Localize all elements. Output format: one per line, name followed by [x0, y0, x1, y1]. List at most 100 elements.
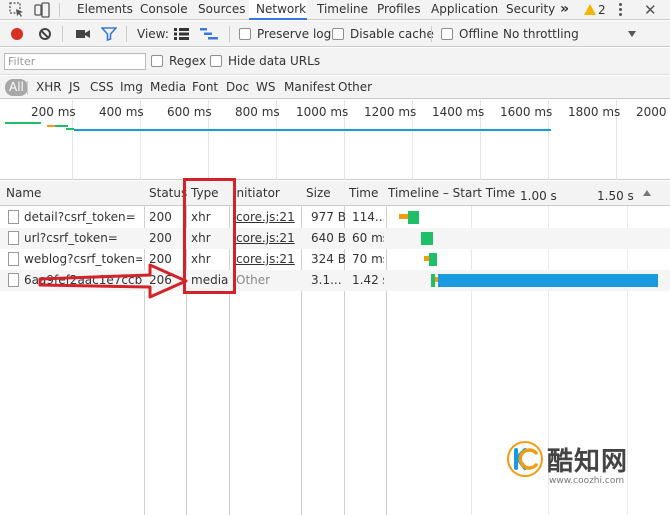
request-status: 200 [149, 210, 172, 224]
request-name[interactable]: url?csrf_token= [24, 228, 142, 249]
file-icon [8, 252, 19, 266]
filter-icon[interactable] [101, 27, 117, 41]
column-header-name[interactable]: Name [6, 181, 41, 206]
clear-button[interactable] [39, 28, 51, 40]
tab-network[interactable]: Network [249, 0, 307, 20]
waterfall-media-bar [438, 274, 658, 287]
overview-tick-label: 600 ms [167, 105, 212, 119]
waterfall-download-bar [421, 232, 433, 245]
request-initiator-link[interactable]: core.js:21 [236, 228, 295, 249]
request-status: 200 [149, 231, 172, 245]
tab-timeline[interactable]: Timeline [311, 0, 369, 20]
column-header-timeline[interactable]: Timeline – Start Time [388, 181, 515, 206]
throttling-select[interactable]: No throttling [503, 21, 579, 47]
tab-elements[interactable]: Elements [70, 0, 133, 20]
warning-icon [584, 4, 596, 15]
offline-label: Offline [459, 27, 499, 41]
tab-application[interactable]: Application [425, 0, 498, 20]
inspect-element-icon[interactable] [9, 2, 25, 18]
disable-cache-label: Disable cache [350, 27, 434, 41]
type-filter-font[interactable]: Font [191, 79, 219, 96]
toolbar-separator [126, 26, 127, 42]
toolbar-separator [431, 26, 432, 42]
hide-data-urls-label: Hide data URLs [228, 54, 321, 68]
table-row[interactable]: detail?csrf_token= 200 xhr core.js:21 97… [0, 207, 670, 228]
request-size: 324 B [311, 252, 346, 266]
preserve-log-checkbox[interactable] [239, 28, 251, 40]
type-filter-media[interactable]: Media [149, 79, 187, 96]
request-initiator-link[interactable]: core.js:21 [236, 249, 295, 270]
overview-tick-label: 400 ms [99, 105, 144, 119]
request-name[interactable]: detail?csrf_token= [24, 207, 142, 228]
coozhi-logo-icon [507, 441, 543, 477]
large-rows-icon[interactable] [174, 28, 189, 40]
toolbar-separator [62, 26, 63, 42]
type-filter-ws[interactable]: WS [255, 79, 276, 96]
more-tabs-button[interactable]: » [560, 0, 576, 20]
regex-checkbox[interactable] [151, 55, 163, 67]
annotation-arrow-icon [38, 263, 188, 299]
capture-screenshots-icon[interactable] [76, 29, 90, 39]
request-initiator-link[interactable]: core.js:21 [236, 207, 295, 228]
overview-tick-label: 200 ms [31, 105, 76, 119]
tab-console[interactable]: Console [134, 0, 190, 20]
type-filter-js[interactable]: JS [68, 79, 81, 96]
request-time: 1.42 s [352, 273, 384, 287]
request-time: 114... [352, 210, 384, 224]
close-devtools-button[interactable]: ✕ [644, 0, 657, 20]
column-header-time[interactable]: Time [349, 181, 378, 206]
sort-ascending-icon[interactable] [643, 190, 651, 196]
file-icon [8, 210, 19, 224]
warnings-badge[interactable]: 2 [584, 1, 606, 19]
toolbar-separator [229, 26, 230, 42]
filter-input[interactable] [4, 53, 146, 70]
preserve-log-label: Preserve log [257, 27, 332, 41]
overview-tick-label: 1600 ms [500, 105, 553, 119]
type-filter-doc[interactable]: Doc [225, 79, 250, 96]
timeline-mark-label: 1.50 s [597, 189, 634, 203]
file-icon [8, 273, 19, 287]
request-time: 60 ms [352, 231, 384, 245]
type-filter-other[interactable]: Other [337, 79, 373, 96]
overview-bar [55, 125, 68, 127]
file-icon [8, 231, 19, 245]
overview-tick-label: 1000 ms [296, 105, 349, 119]
hide-data-urls-checkbox[interactable] [210, 55, 222, 67]
tab-sources[interactable]: Sources [192, 0, 246, 20]
request-size: 640 B [311, 231, 346, 245]
overview-tick-label: 1400 ms [432, 105, 485, 119]
waterfall-download-bar [408, 211, 419, 224]
more-options-icon[interactable] [618, 3, 624, 17]
type-filter-all[interactable]: All [5, 79, 28, 96]
column-header-size[interactable]: Size [306, 181, 331, 206]
request-table-header: Name Status Type Initiator Size Time Tim… [0, 181, 670, 206]
watermark-brand: 酷知网 [547, 447, 629, 477]
overview-bar [74, 129, 551, 131]
request-time: 70 ms [352, 252, 384, 266]
type-filter-manifest[interactable]: Manifest [283, 79, 336, 96]
regex-label: Regex [169, 54, 207, 68]
network-overview[interactable]: 200 ms 400 ms 600 ms 800 ms 1000 ms 1200… [0, 100, 670, 180]
overview-bar [66, 128, 74, 130]
type-column-highlight [183, 178, 236, 294]
waterfall-overview-icon[interactable] [200, 28, 218, 40]
request-initiator: Other [236, 273, 271, 287]
overview-tick-label: 1800 ms [568, 105, 621, 119]
column-header-status[interactable]: Status [149, 181, 187, 206]
type-filter-img[interactable]: Img [119, 79, 144, 96]
disable-cache-checkbox[interactable] [332, 28, 344, 40]
tab-security[interactable]: Security [500, 0, 556, 20]
view-label: View: [137, 27, 169, 41]
type-filter-css[interactable]: CSS [89, 79, 115, 96]
tab-profiles[interactable]: Profiles [371, 0, 424, 20]
record-button[interactable] [11, 28, 23, 40]
device-toolbar-icon[interactable] [34, 2, 50, 18]
table-row[interactable]: url?csrf_token= 200 xhr core.js:21 640 B… [0, 228, 670, 249]
type-filter-xhr[interactable]: XHR [35, 79, 63, 96]
chevron-down-icon[interactable] [628, 31, 636, 37]
overview-bar [5, 122, 41, 124]
column-header-initiator[interactable]: Initiator [233, 181, 299, 206]
offline-checkbox[interactable] [441, 28, 453, 40]
filter-bar: Regex Hide data URLs [0, 48, 670, 75]
overview-tick-label: 2000 n [636, 105, 670, 119]
